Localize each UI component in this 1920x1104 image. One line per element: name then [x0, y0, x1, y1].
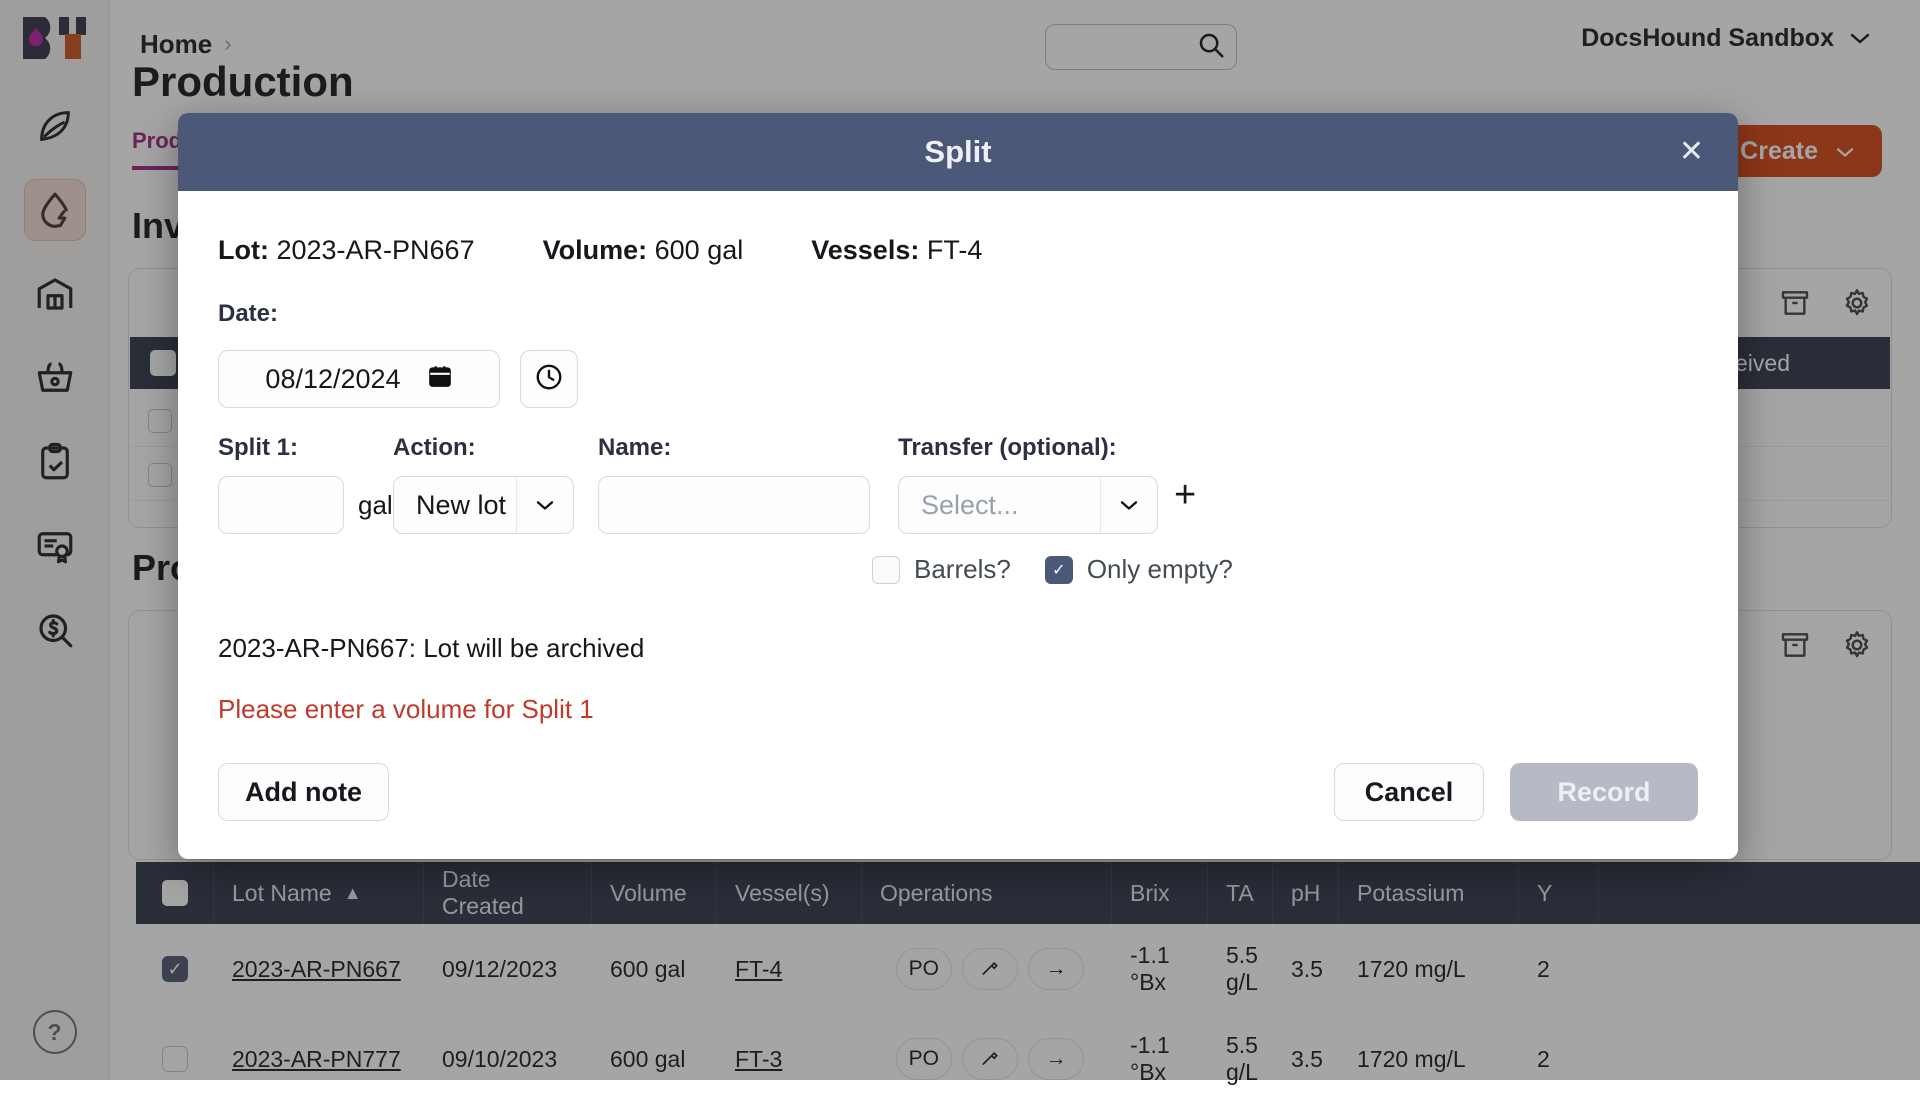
split-volume-input[interactable]	[218, 476, 344, 534]
error-message: Please enter a volume for Split 1	[218, 694, 1698, 725]
summary-volume-label: Volume:	[543, 235, 648, 265]
action-label: Action:	[393, 434, 598, 476]
date-label: Date:	[218, 300, 1698, 328]
summary-lot: Lot: 2023-AR-PN667	[218, 235, 475, 266]
date-row: 08/12/2024	[218, 350, 1698, 408]
record-button: Record	[1510, 763, 1698, 821]
calendar-icon[interactable]	[427, 363, 453, 396]
archive-message: 2023-AR-PN667: Lot will be archived	[218, 633, 1698, 664]
name-label: Name:	[598, 434, 898, 476]
barrels-checkbox[interactable]	[872, 556, 900, 584]
summary-lot-label: Lot:	[218, 235, 269, 265]
lot-summary: Lot: 2023-AR-PN667 Volume: 600 gal Vesse…	[218, 235, 1698, 266]
chevron-down-icon	[1101, 498, 1157, 512]
transfer-label: Transfer (optional):	[898, 434, 1218, 476]
summary-vessels-value: FT-4	[927, 235, 983, 265]
volume-unit-label: gal	[358, 490, 393, 521]
split-name-input[interactable]	[598, 476, 870, 534]
chevron-down-icon	[517, 498, 573, 512]
clock-icon	[534, 362, 564, 397]
only-empty-checkbox-label: Only empty?	[1087, 554, 1233, 585]
split-row-grid: Split 1: Action: Name: Transfer (optiona…	[218, 434, 1698, 534]
split-modal: Split ✕ Lot: 2023-AR-PN667 Volume: 600 g…	[178, 113, 1738, 859]
summary-vessels-label: Vessels:	[811, 235, 919, 265]
summary-vessels: Vessels: FT-4	[811, 235, 982, 266]
time-picker-button[interactable]	[520, 350, 578, 408]
add-note-button[interactable]: Add note	[218, 763, 389, 821]
close-icon[interactable]: ✕	[1679, 137, 1704, 167]
action-select-value: New lot	[394, 490, 516, 521]
barrels-checkbox-label: Barrels?	[914, 554, 1011, 585]
transfer-select[interactable]: Select...	[898, 476, 1158, 534]
add-split-button[interactable]: +	[1158, 476, 1218, 534]
modal-header: Split ✕	[178, 113, 1738, 191]
modal-footer: Add note Cancel Record	[178, 725, 1738, 859]
cancel-button[interactable]: Cancel	[1334, 763, 1484, 821]
transfer-select-value: Select...	[899, 490, 1100, 521]
summary-volume-value: 600 gal	[655, 235, 744, 265]
date-value: 08/12/2024	[265, 364, 400, 395]
only-empty-checkbox[interactable]: ✓	[1045, 556, 1073, 584]
checkbox-row: Barrels? ✓ Only empty?	[872, 554, 1698, 585]
summary-lot-value: 2023-AR-PN667	[276, 235, 474, 265]
modal-title: Split	[924, 134, 991, 170]
summary-volume: Volume: 600 gal	[543, 235, 744, 266]
date-input[interactable]: 08/12/2024	[218, 350, 500, 408]
split-1-label: Split 1:	[218, 434, 393, 476]
modal-body: Lot: 2023-AR-PN667 Volume: 600 gal Vesse…	[178, 191, 1738, 725]
action-select[interactable]: New lot	[393, 476, 574, 534]
